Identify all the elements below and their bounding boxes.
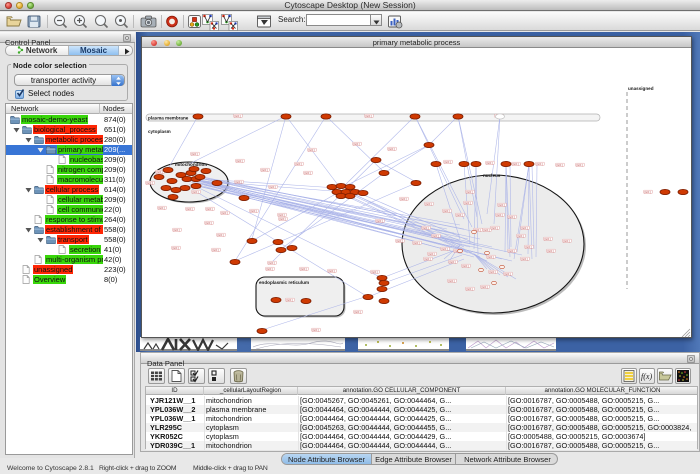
svg-text:[GO:]: [GO:]: [186, 207, 192, 211]
svg-text:[GO:]: [GO:]: [146, 181, 152, 185]
svg-text:[GO:]: [GO:]: [449, 260, 455, 264]
svg-text:[GO:]: [GO:]: [432, 234, 438, 238]
svg-text:[GO:]: [GO:]: [481, 285, 487, 289]
svg-text:[GO:]: [GO:]: [425, 202, 431, 206]
svg-text:[GO:]: [GO:]: [491, 226, 497, 230]
svg-text:[GO:]: [GO:]: [466, 287, 472, 291]
svg-text:[GO:]: [GO:]: [235, 180, 241, 184]
svg-text:[GO:]: [GO:]: [192, 190, 198, 194]
svg-text:[GO:]: [GO:]: [354, 310, 360, 314]
svg-text:[GO:]: [GO:]: [300, 267, 306, 271]
svg-text:[GO:]: [GO:]: [236, 159, 242, 163]
svg-text:[GO:]: [GO:]: [489, 270, 495, 274]
svg-text:[GO:]: [GO:]: [212, 248, 218, 252]
svg-text:[GO:]: [GO:]: [424, 257, 430, 261]
svg-text:[GO:]: [GO:]: [428, 252, 434, 256]
svg-text:[GO:]: [GO:]: [462, 264, 468, 268]
svg-text:f(x): f(x): [641, 372, 652, 381]
svg-text:[GO:]: [GO:]: [388, 147, 394, 151]
svg-text:[GO:]: [GO:]: [173, 228, 179, 232]
svg-text:[GO:]: [GO:]: [400, 197, 406, 201]
svg-text:[GO:]: [GO:]: [563, 239, 569, 243]
svg-text:[GO:]: [GO:]: [498, 203, 504, 207]
svg-text:[GO:]: [GO:]: [250, 209, 256, 213]
svg-text:[GO:]: [GO:]: [278, 213, 284, 217]
svg-text:[GO:]: [GO:]: [234, 114, 240, 118]
svg-text:[GO:]: [GO:]: [328, 269, 334, 273]
svg-text:mitochondrion: mitochondrion: [175, 162, 207, 167]
svg-text:[GO:]: [GO:]: [644, 190, 650, 194]
svg-text:[GO:]: [GO:]: [521, 226, 527, 230]
svg-text:[GO:]: [GO:]: [286, 298, 292, 302]
svg-text:[GO:]: [GO:]: [158, 206, 164, 210]
svg-text:[GO:]: [GO:]: [172, 246, 178, 250]
svg-text:[GO:]: [GO:]: [269, 185, 275, 189]
svg-text:endoplasmic reticulum: endoplasmic reticulum: [259, 280, 309, 285]
svg-text:[GO:]: [GO:]: [487, 255, 493, 259]
svg-text:[GO:]: [GO:]: [266, 267, 272, 271]
svg-text:[GO:]: [GO:]: [304, 171, 310, 175]
svg-text:cytoplasm: cytoplasm: [148, 129, 171, 134]
svg-text:[GO:]: [GO:]: [371, 270, 377, 274]
svg-text:[GO:]: [GO:]: [448, 279, 454, 283]
svg-text:[GO:]: [GO:]: [508, 215, 514, 219]
svg-text:[GO:]: [GO:]: [422, 226, 428, 230]
svg-text:[GO:]: [GO:]: [261, 168, 267, 172]
svg-text:[GO:]: [GO:]: [365, 114, 371, 118]
svg-text:[GO:]: [GO:]: [521, 257, 527, 261]
svg-text:[GO:]: [GO:]: [308, 148, 314, 152]
svg-text:[GO:]: [GO:]: [312, 328, 318, 332]
svg-text:[GO:]: [GO:]: [464, 201, 470, 205]
svg-text:nucleus: nucleus: [483, 173, 501, 178]
svg-text:[GO:]: [GO:]: [376, 219, 382, 223]
svg-text:[GO:]: [GO:]: [517, 234, 523, 238]
svg-text:[GO:]: [GO:]: [441, 247, 447, 251]
svg-text:[GO:]: [GO:]: [456, 213, 462, 217]
svg-text:[GO:]: [GO:]: [512, 162, 518, 166]
svg-text:[GO:]: [GO:]: [504, 272, 510, 276]
svg-text:[GO:]: [GO:]: [525, 245, 531, 249]
svg-text:[GO:]: [GO:]: [508, 249, 514, 253]
svg-text:[GO:]: [GO:]: [217, 233, 223, 237]
svg-text:[GO:]: [GO:]: [444, 160, 450, 164]
svg-text:[GO:]: [GO:]: [413, 241, 419, 245]
svg-text:[GO:]: [GO:]: [443, 209, 449, 213]
svg-text:[GO:]: [GO:]: [221, 211, 227, 215]
svg-text:[GO:]: [GO:]: [279, 217, 285, 221]
svg-text:[GO:]: [GO:]: [547, 249, 553, 253]
svg-text:unassigned: unassigned: [628, 86, 654, 91]
svg-text:[GO:]: [GO:]: [483, 228, 489, 232]
svg-text:[GO:]: [GO:]: [268, 261, 274, 265]
svg-text:[GO:]: [GO:]: [205, 221, 211, 225]
svg-text:[GO:]: [GO:]: [295, 162, 301, 166]
svg-text:[GO:]: [GO:]: [496, 213, 502, 217]
svg-text:[GO:]: [GO:]: [191, 152, 197, 156]
svg-text:[GO:]: [GO:]: [206, 207, 212, 211]
svg-text:[GO:]: [GO:]: [556, 163, 562, 167]
svg-text:[GO:]: [GO:]: [156, 170, 162, 174]
svg-text:plasma membrane: plasma membrane: [148, 116, 189, 121]
svg-text:[GO:]: [GO:]: [486, 161, 492, 165]
svg-text:[GO:]: [GO:]: [536, 162, 542, 166]
svg-text:[GO:]: [GO:]: [353, 142, 359, 146]
svg-text:[GO:]: [GO:]: [466, 190, 472, 194]
svg-text:[GO:]: [GO:]: [576, 163, 582, 167]
svg-text:[GO:]: [GO:]: [396, 239, 402, 243]
svg-text:[GO:]: [GO:]: [544, 237, 550, 241]
